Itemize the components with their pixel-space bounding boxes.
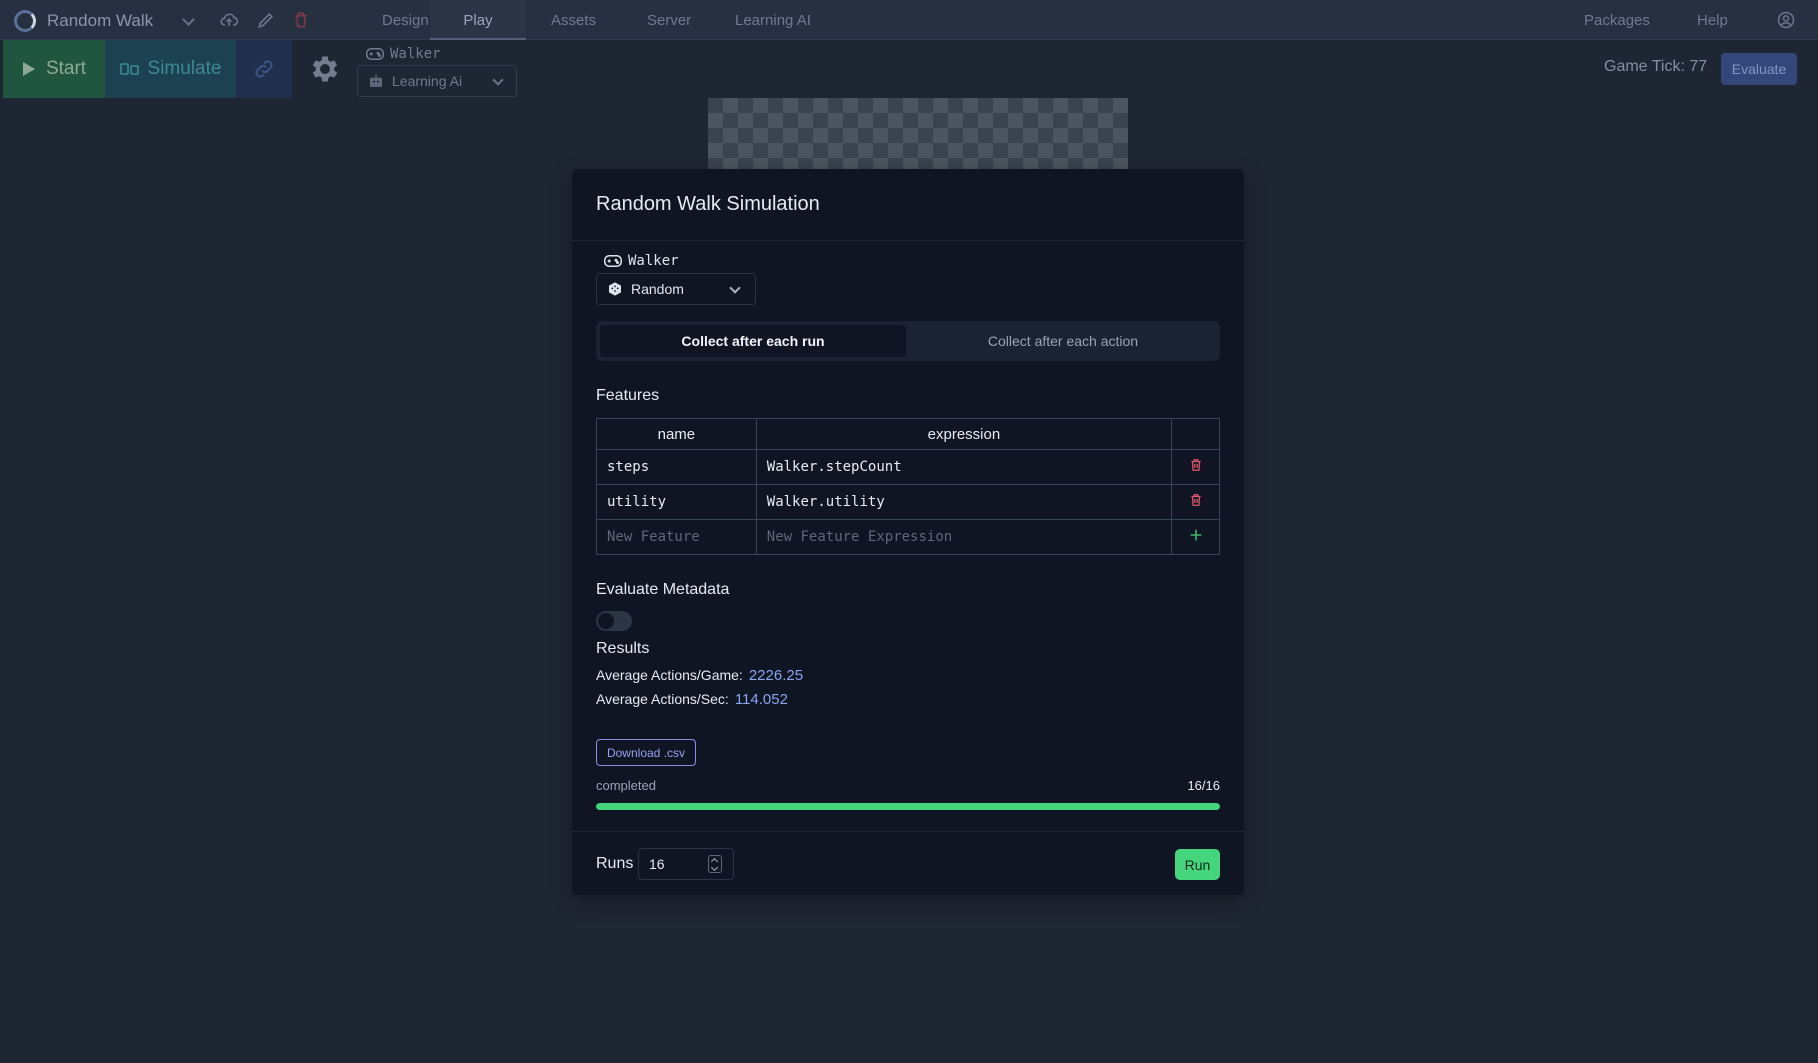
trash-icon <box>1190 459 1201 471</box>
results-heading: Results <box>596 640 650 657</box>
ai-select[interactable]: Learning Ai <box>357 65 517 97</box>
app-logo-icon <box>14 10 36 32</box>
tab-assets[interactable]: Assets <box>531 0 616 40</box>
feature-name-cell[interactable]: steps <box>596 449 757 485</box>
feature-expression-cell[interactable]: Walker.utility <box>755 484 1173 520</box>
features-heading: Features <box>596 387 660 404</box>
divider <box>572 831 1244 832</box>
avg-actions-sec-value: 114.052 <box>734 691 788 708</box>
avg-actions-game-value: 2226.25 <box>748 667 804 684</box>
robot-icon <box>370 74 382 87</box>
trash-icon[interactable] <box>291 10 311 30</box>
toggle-knob <box>598 613 614 629</box>
user-account-icon[interactable] <box>1776 10 1796 30</box>
runs-stepper[interactable] <box>708 855 722 873</box>
tab-play[interactable]: Play <box>430 0 526 40</box>
avg-actions-sec-row: Average Actions/Sec: 114.052 <box>596 691 788 708</box>
collect-mode-toggle: Collect after each run Collect after eac… <box>596 321 1220 361</box>
chevron-down-icon[interactable] <box>182 13 195 26</box>
simulate-icon <box>119 63 139 75</box>
player-name: Walker <box>628 253 679 269</box>
feature-expression-cell[interactable]: Walker.stepCount <box>755 449 1173 485</box>
avg-actions-game-label: Average Actions/Game: <box>596 667 743 683</box>
gamepad-icon <box>366 48 384 60</box>
delete-feature-button[interactable] <box>1171 449 1220 485</box>
run-button[interactable]: Run <box>1175 849 1220 880</box>
player-name: Walker <box>390 46 441 62</box>
pencil-icon[interactable] <box>256 10 276 30</box>
table-row: utility Walker.utility <box>596 484 1220 520</box>
add-feature-button[interactable] <box>1171 519 1220 555</box>
chevron-down-icon <box>492 74 504 86</box>
tab-server[interactable]: Server <box>627 0 711 40</box>
chevron-down-icon <box>729 282 741 294</box>
player-label: Walker <box>366 46 441 62</box>
start-label: Start <box>45 58 87 79</box>
features-table: name expression steps Walker.stepCount u… <box>596 418 1220 555</box>
feature-name-cell[interactable]: utility <box>596 484 757 520</box>
collect-after-run-option[interactable]: Collect after each run <box>600 325 906 357</box>
ai-select-value: Learning Ai <box>392 73 463 89</box>
avg-actions-sec-label: Average Actions/Sec: <box>596 691 729 707</box>
game-tick-readout: Game Tick: 77 <box>1604 58 1708 75</box>
simulate-label: Simulate <box>147 58 222 79</box>
evaluate-button[interactable]: Evaluate <box>1721 53 1797 85</box>
agent-select-value: Random <box>631 281 684 297</box>
player-label: Walker <box>604 253 679 269</box>
dice-icon <box>609 282 621 296</box>
trash-icon <box>1190 494 1201 506</box>
progress-label: completed <box>596 778 656 793</box>
delete-feature-button[interactable] <box>1171 484 1220 520</box>
gamepad-icon <box>604 255 622 267</box>
new-feature-row: New Feature New Feature Expression <box>596 519 1220 555</box>
divider <box>572 240 1244 241</box>
plus-icon <box>1190 529 1201 541</box>
simulation-dialog: Random Walk Simulation Walker Random Col… <box>572 169 1244 895</box>
new-feature-name-input[interactable]: New Feature <box>596 519 757 555</box>
progress-bar-fill <box>596 803 1220 810</box>
progress-count: 16/16 <box>1187 778 1220 793</box>
dialog-title: Random Walk Simulation <box>596 193 820 215</box>
runs-label: Runs <box>596 855 634 872</box>
packages-link[interactable]: Packages <box>1564 0 1670 40</box>
column-header-expression: expression <box>755 418 1173 450</box>
cloud-upload-icon[interactable] <box>219 10 239 30</box>
play-icon <box>22 62 35 76</box>
link-button[interactable] <box>236 40 292 98</box>
table-row: steps Walker.stepCount <box>596 449 1220 485</box>
new-feature-expression-input[interactable]: New Feature Expression <box>755 519 1173 555</box>
collect-after-action-option[interactable]: Collect after each action <box>910 325 1216 357</box>
avg-actions-game-row: Average Actions/Game: 2226.25 <box>596 667 803 684</box>
metadata-heading: Evaluate Metadata <box>596 581 730 598</box>
download-csv-button[interactable]: Download .csv <box>596 739 696 766</box>
top-bar: Random Walk Design Play Assets Server Le… <box>0 0 1818 40</box>
progress-bar <box>596 803 1220 810</box>
simulate-button[interactable]: Simulate <box>105 40 236 98</box>
app-title[interactable]: Random Walk <box>47 11 153 31</box>
help-link[interactable]: Help <box>1677 0 1748 40</box>
gear-icon[interactable] <box>308 52 342 86</box>
tab-learning-ai[interactable]: Learning AI <box>715 0 831 40</box>
game-canvas <box>708 98 1128 170</box>
column-header-actions <box>1171 418 1220 450</box>
metadata-toggle[interactable] <box>596 611 632 631</box>
agent-select[interactable]: Random <box>596 273 756 305</box>
start-button[interactable]: Start <box>3 40 105 98</box>
column-header-name: name <box>596 418 757 450</box>
link-icon <box>255 60 273 78</box>
